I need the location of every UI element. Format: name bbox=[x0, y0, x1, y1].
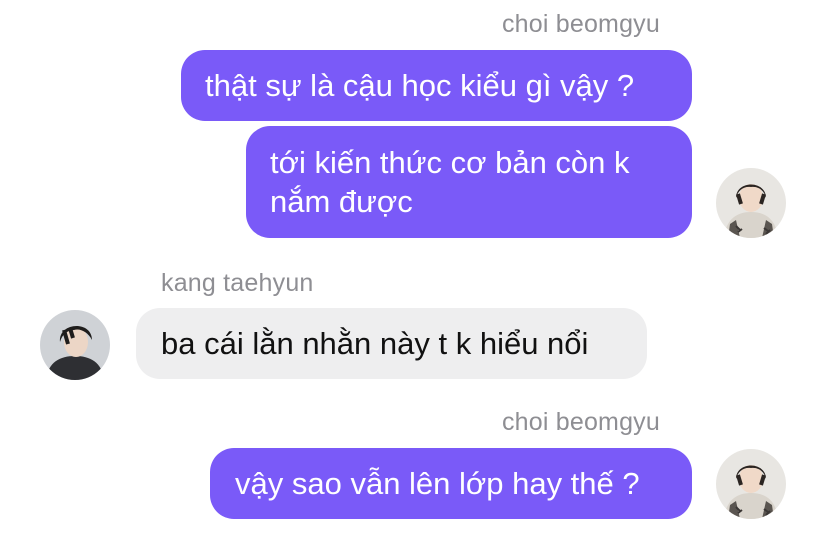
message-bubble-incoming[interactable]: ba cái lằn nhằn này t k hiểu nổi bbox=[136, 308, 647, 379]
sender-name-kang-taehyun: kang taehyun bbox=[161, 269, 314, 297]
avatar-kang-taehyun[interactable] bbox=[40, 310, 110, 380]
avatar-choi-beomgyu[interactable] bbox=[716, 168, 786, 238]
message-text: thật sự là cậu học kiểu gì vậy ? bbox=[205, 68, 635, 103]
chat-screen: { "messages": [ { "sender": "choi beomgy… bbox=[0, 0, 828, 537]
profile-photo-icon bbox=[716, 168, 786, 238]
sender-name-choi-beomgyu: choi beomgyu bbox=[501, 408, 660, 436]
message-text: ba cái lằn nhằn này t k hiểu nổi bbox=[161, 326, 589, 361]
message-bubble-outgoing[interactable]: thật sự là cậu học kiểu gì vậy ? bbox=[181, 50, 692, 121]
sender-name-choi-beomgyu: choi beomgyu bbox=[501, 10, 660, 38]
message-bubble-outgoing[interactable]: vậy sao vẫn lên lớp hay thế ? bbox=[210, 448, 692, 519]
message-text-line: nắm được bbox=[270, 184, 413, 219]
message-bubble-outgoing[interactable]: tới kiến thức cơ bản còn k nắm được bbox=[246, 126, 692, 238]
message-text: vậy sao vẫn lên lớp hay thế ? bbox=[235, 466, 640, 501]
avatar-choi-beomgyu[interactable] bbox=[716, 449, 786, 519]
profile-photo-icon bbox=[716, 449, 786, 519]
profile-photo-icon bbox=[40, 310, 110, 380]
message-text-line: tới kiến thức cơ bản còn k bbox=[270, 145, 630, 180]
